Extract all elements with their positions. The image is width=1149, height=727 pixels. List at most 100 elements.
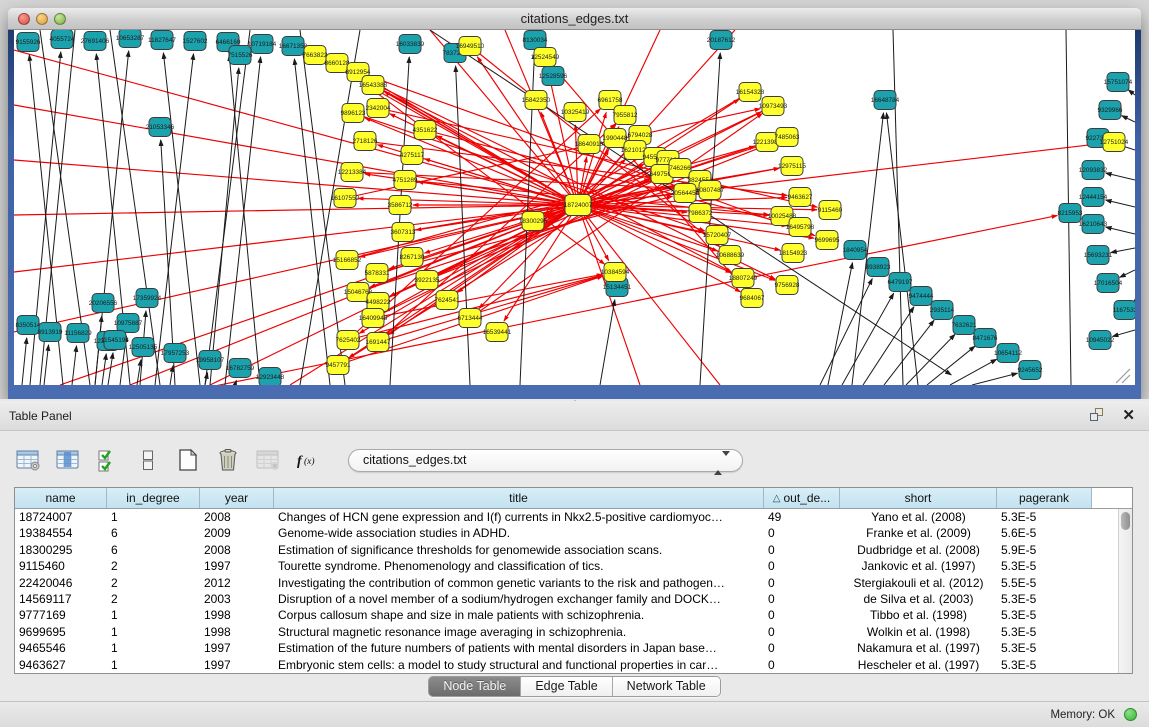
graph-node[interactable]: 7485063 [775, 128, 800, 147]
graph-node[interactable]: 10688639 [716, 246, 745, 265]
column-header-pagerank[interactable]: pagerank [997, 488, 1092, 508]
graph-node[interactable]: 12505135 [129, 338, 158, 357]
tab-network-table[interactable]: Network Table [613, 677, 720, 696]
float-icon[interactable] [1090, 408, 1105, 423]
graph-node[interactable]: 17016504 [1094, 274, 1123, 293]
graph-node[interactable]: 10325419 [561, 103, 590, 122]
tab-edge-table[interactable]: Edge Table [521, 677, 612, 696]
graph-node[interactable]: 9756928 [775, 276, 800, 295]
column-header-title[interactable]: title [274, 488, 764, 508]
graph-node[interactable]: 17359924 [133, 289, 162, 308]
graph-node[interactable]: 10654112 [994, 344, 1022, 363]
table-settings-icon[interactable] [14, 446, 42, 474]
graph-node[interactable]: 7625402 [336, 331, 361, 350]
graph-node[interactable]: 5878331 [365, 264, 390, 283]
graph-node[interactable]: 20206556 [89, 294, 118, 313]
graph-node[interactable]: 11827647 [148, 31, 176, 50]
network-table-select[interactable]: citations_edges.txt [348, 449, 743, 472]
table-row[interactable]: 946362711997Embryonic stem cells: a mode… [15, 657, 1118, 673]
graph-node[interactable]: 16539441 [483, 323, 512, 342]
graph-node[interactable]: 10945022 [1086, 331, 1115, 350]
table-row[interactable]: 911546021997Tourette syndrome. Phenomeno… [15, 558, 1118, 574]
graph-node[interactable]: 18640910 [575, 135, 604, 154]
table-row[interactable]: 946554611997Estimation of the future num… [15, 640, 1118, 656]
graph-node[interactable]: 19958107 [196, 351, 225, 370]
graph-node[interactable]: 11156829 [64, 324, 92, 343]
graph-node[interactable]: 16033839 [396, 35, 425, 54]
graph-node[interactable]: 9463627 [788, 188, 813, 207]
graph-node[interactable]: 15166852 [333, 251, 362, 270]
graph-node[interactable]: 12751024 [1100, 133, 1129, 152]
graph-node[interactable]: 9329966 [1098, 101, 1123, 120]
graph-node[interactable]: 20187612 [707, 31, 736, 50]
graph-node[interactable]: 7624541 [435, 291, 460, 310]
graph-node[interactable]: 8130034 [523, 31, 548, 50]
graph-node[interactable]: 8471676 [973, 329, 998, 348]
graph-node[interactable]: 9699695 [815, 231, 840, 250]
graph-node[interactable]: 3913919 [38, 323, 63, 342]
vertical-scrollbar[interactable] [1118, 509, 1132, 673]
graph-node[interactable]: 7515526 [228, 46, 253, 65]
graph-node[interactable]: 16495798 [786, 218, 815, 237]
graph-node[interactable]: 9245652 [1018, 361, 1043, 380]
graph-node[interactable]: 12524549 [531, 48, 560, 67]
column-header-out_de[interactable]: △out_de... [764, 488, 840, 508]
graph-node[interactable]: 17957253 [161, 344, 190, 363]
tab-node-table[interactable]: Node Table [429, 677, 521, 696]
graph-node[interactable]: 3586712 [388, 196, 413, 215]
graph-node[interactable]: 2718126 [353, 132, 378, 151]
graph-node[interactable]: 18300295 [519, 212, 548, 231]
column-header-name[interactable]: name [15, 488, 107, 508]
scrollbar-thumb[interactable] [1121, 512, 1130, 530]
table-row[interactable]: 969969511998Structural magnetic resonanc… [15, 624, 1118, 640]
graph-node[interactable]: 12923448 [256, 368, 285, 386]
column-header-in_degree[interactable]: in_degree [107, 488, 200, 508]
graph-node[interactable]: 6713444 [458, 309, 483, 328]
graph-node[interactable]: 16210643 [1079, 215, 1108, 234]
graph-node[interactable]: 15751074 [1104, 73, 1133, 92]
row-height-icon[interactable] [134, 446, 162, 474]
graph-node[interactable]: 15693231 [1084, 246, 1113, 265]
graph-node[interactable]: 12528596 [539, 67, 568, 86]
graph-node[interactable]: 10384594 [601, 263, 630, 282]
graph-node[interactable]: 4351622 [413, 121, 438, 140]
graph-node[interactable]: 746266 [669, 159, 691, 178]
graph-node[interactable]: 18154923 [779, 244, 808, 263]
graph-node[interactable]: 1691447 [366, 333, 391, 352]
graph-node[interactable]: 16648784 [871, 91, 900, 110]
canvas-resize-hatch[interactable] [1116, 369, 1130, 383]
graph-node[interactable]: 15720407 [703, 226, 732, 245]
graph-node[interactable]: 16949510 [456, 37, 485, 56]
function-builder-icon[interactable]: f(x) [294, 446, 322, 474]
table-row[interactable]: 1830029562008Estimation of significance … [15, 542, 1118, 558]
graph-node[interactable]: 4055724 [50, 30, 75, 49]
graph-node[interactable]: 12213384 [338, 163, 367, 182]
graph-node[interactable]: 9115460 [818, 201, 843, 220]
graph-node[interactable]: 2342004 [366, 99, 391, 118]
network-graph[interactable]: 9155926405572427691406106532871182764715… [14, 30, 1135, 385]
table-row[interactable]: 2242004622012Investigating the contribut… [15, 575, 1118, 591]
graph-node[interactable]: 6479197 [888, 273, 913, 292]
close-icon[interactable]: ✕ [1122, 406, 1135, 424]
graph-node[interactable]: 7955812 [613, 106, 638, 125]
graph-node[interactable]: 8938923 [866, 258, 891, 277]
graph-node[interactable]: 4275117 [400, 146, 425, 165]
graph-node[interactable]: 16154328 [736, 83, 765, 102]
graph-node[interactable]: 1527602 [183, 32, 208, 51]
graph-node[interactable]: 16782759 [226, 359, 255, 378]
column-header-short[interactable]: short [840, 488, 997, 508]
graph-node[interactable]: 18807249 [729, 269, 758, 288]
graph-node[interactable]: 21053346 [146, 118, 175, 137]
table-column-icon[interactable] [54, 446, 82, 474]
new-document-icon[interactable] [174, 446, 202, 474]
delete-table-icon[interactable] [254, 446, 282, 474]
table-row[interactable]: 1456911722003Disruption of a novel membe… [15, 591, 1118, 607]
table-row[interactable]: 977716911998Corpus callosum shape and si… [15, 607, 1118, 623]
graph-node[interactable]: 1840954 [843, 241, 868, 260]
graph-node[interactable]: 15842350 [522, 91, 551, 110]
network-canvas[interactable]: 9155926405572427691406106532871182764715… [14, 30, 1135, 385]
graph-node[interactable]: 27691406 [81, 32, 110, 51]
graph-node[interactable]: 2935114 [930, 301, 955, 320]
graph-node[interactable]: 8215953 [1058, 204, 1083, 223]
graph-node[interactable]: 12444154 [1079, 188, 1108, 207]
